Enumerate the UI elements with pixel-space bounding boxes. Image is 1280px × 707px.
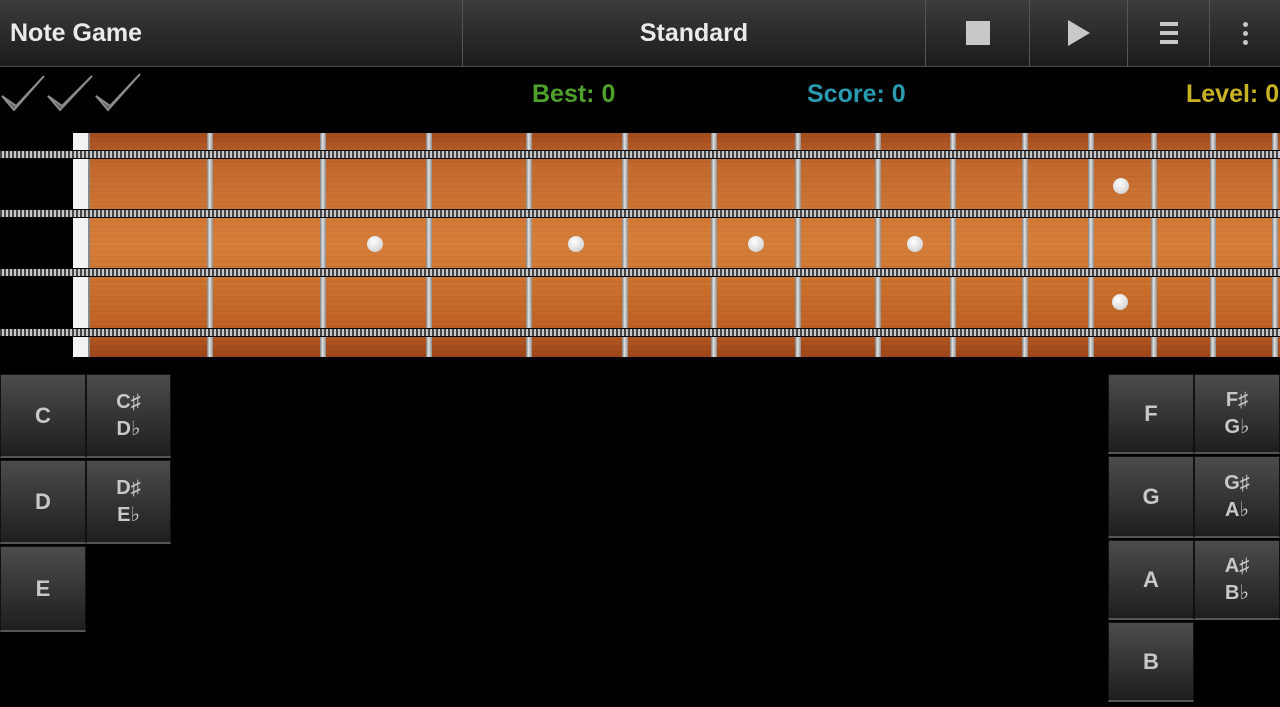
inlay-marker — [367, 236, 383, 252]
check-icon — [47, 75, 93, 112]
string — [0, 269, 1280, 276]
note-button-a[interactable]: A — [1108, 540, 1194, 620]
fret — [1022, 133, 1028, 357]
inlay-marker — [1112, 294, 1128, 310]
menu-icon — [1159, 22, 1178, 44]
inlay-marker — [568, 236, 584, 252]
note-button-f[interactable]: F — [1108, 374, 1194, 454]
note-button-d[interactable]: D — [0, 460, 86, 544]
fret — [622, 133, 628, 357]
note-button-e[interactable]: E — [0, 546, 86, 632]
fret — [426, 133, 432, 357]
play-icon — [1067, 20, 1090, 46]
fret — [1272, 133, 1278, 357]
string — [0, 210, 1280, 217]
tuning-selector[interactable]: Standard — [463, 0, 926, 66]
fret — [207, 133, 213, 357]
fret — [526, 133, 532, 357]
overflow-menu-button[interactable] — [1210, 0, 1280, 66]
fret — [875, 133, 881, 357]
nut — [73, 133, 90, 357]
inlay-marker — [1113, 178, 1129, 194]
fret — [320, 133, 326, 357]
fret — [950, 133, 956, 357]
check-icon — [1, 75, 45, 112]
level-indicator: Level: 0 — [1186, 80, 1280, 108]
check-icon — [95, 73, 141, 112]
note-button-g-sharp[interactable]: G♯ A♭ — [1194, 456, 1280, 538]
current-score: Score: 0 — [807, 80, 906, 108]
note-button-b[interactable]: B — [1108, 622, 1194, 702]
fret — [711, 133, 717, 357]
string — [0, 329, 1280, 336]
string — [0, 151, 1280, 158]
overflow-icon — [1242, 21, 1248, 45]
inlay-marker — [748, 236, 764, 252]
fretboard[interactable] — [73, 133, 1280, 357]
app-title: Note Game — [0, 0, 463, 66]
inlay-marker — [907, 236, 923, 252]
note-button-f-sharp[interactable]: F♯ G♭ — [1194, 374, 1280, 454]
stop-button[interactable] — [926, 0, 1030, 66]
note-button-c[interactable]: C — [0, 374, 86, 458]
note-button-g[interactable]: G — [1108, 456, 1194, 538]
action-bar: Note Game Standard — [0, 0, 1280, 67]
note-button-c-sharp[interactable]: C♯ D♭ — [86, 374, 171, 458]
stop-icon — [965, 21, 990, 45]
fret — [1210, 133, 1216, 357]
best-score: Best: 0 — [532, 80, 616, 108]
note-button-d-sharp[interactable]: D♯ E♭ — [86, 460, 171, 544]
fret — [1088, 133, 1094, 357]
lives-indicator — [1, 73, 141, 112]
menu-button[interactable] — [1128, 0, 1210, 66]
fret — [795, 133, 801, 357]
fret — [1151, 133, 1157, 357]
note-button-a-sharp[interactable]: A♯ B♭ — [1194, 540, 1280, 620]
play-button[interactable] — [1030, 0, 1128, 66]
